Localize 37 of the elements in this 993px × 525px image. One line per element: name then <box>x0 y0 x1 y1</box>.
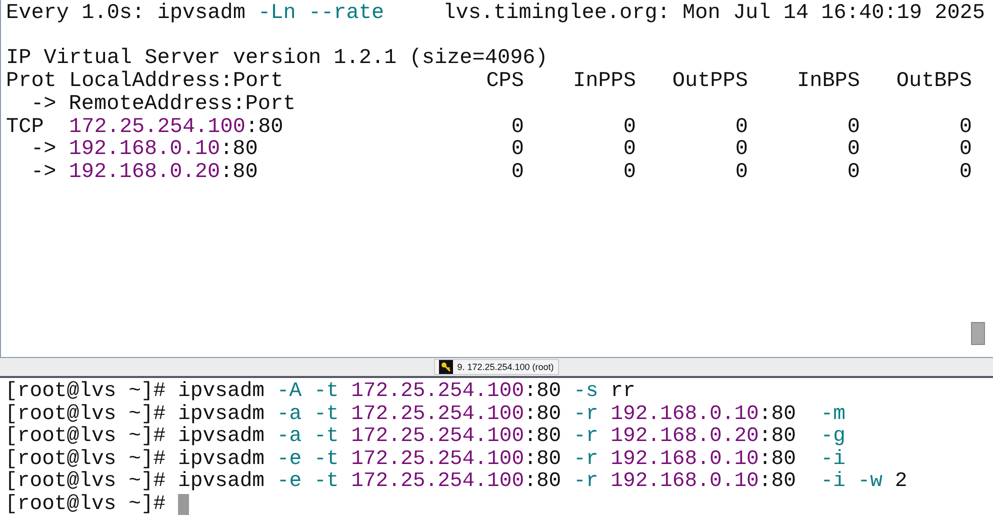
command-line: [root@lvs ~]# ipvsadm -e -t 172.25.254.100:80 -r 192.168.0.10:80 -i <box>5 448 846 471</box>
rate-cell: 0 <box>735 162 748 185</box>
command-line: [root@lvs ~]# ipvsadm -A -t 172.25.254.100:80 -s rr <box>5 381 636 404</box>
rate-cell: 0 <box>623 116 636 140</box>
column-header: Prot LocalAddress:Port <box>6 71 284 94</box>
column-header: InBPS <box>796 71 860 94</box>
column-header: OutBPS <box>896 71 972 94</box>
rate-cell: 0 <box>623 139 636 162</box>
rate-cell: 0 <box>959 116 972 140</box>
command-line: [root@lvs ~]# ipvsadm -a -t 172.25.254.100:80 -r 192.168.0.20:80 -g <box>5 426 846 448</box>
rate-cell: 0 <box>511 139 524 162</box>
rate-cell: 0 <box>959 162 972 185</box>
watch-command: Every 1.0s: ipvsadm -Ln --rate <box>6 3 384 26</box>
rate-cell: 0 <box>511 116 524 140</box>
rate-cell: 0 <box>847 139 860 162</box>
version-line: IP Virtual Server version 1.2.1 (size=4096) <box>6 48 548 70</box>
session-tab[interactable]: 9. 172.25.254.100 (root) <box>434 359 559 375</box>
command-line: [root@lvs ~]# ipvsadm -a -t 172.25.254.100:80 -r 192.168.0.10:80 -m <box>5 404 846 426</box>
key-icon <box>439 360 454 374</box>
host-time: lvs.timinglee.org: Mon Jul 14 16:40:19 2025 <box>443 3 986 26</box>
rate-cell: 0 <box>735 116 748 140</box>
command-line: [root@lvs ~]# <box>5 494 167 516</box>
column-header: CPS <box>486 71 524 94</box>
rate-cell: 0 <box>511 162 524 185</box>
scrollbar-thumb[interactable] <box>971 322 985 345</box>
address-cell: TCP 172.25.254.100:80 <box>6 116 284 140</box>
address-cell-text: -> 192.168.0.10:80 <box>30 139 258 162</box>
column-subheader: -> RemoteAddress:Port <box>31 92 296 116</box>
rate-cell: 0 <box>623 162 636 185</box>
rate-cell: 0 <box>847 162 860 185</box>
command-line: [root@lvs ~]# ipvsadm -e -t 172.25.254.100:80 -r 192.168.0.10:80 -i -w 2 <box>5 471 908 494</box>
column-header: InPPS <box>572 71 636 94</box>
address-cell-text: -> 192.168.0.20:80 <box>30 162 258 185</box>
column-header: OutPPS <box>672 71 748 94</box>
rate-cell: 0 <box>959 139 972 162</box>
rate-cell: 0 <box>847 116 860 140</box>
rate-cell: 0 <box>735 139 748 162</box>
